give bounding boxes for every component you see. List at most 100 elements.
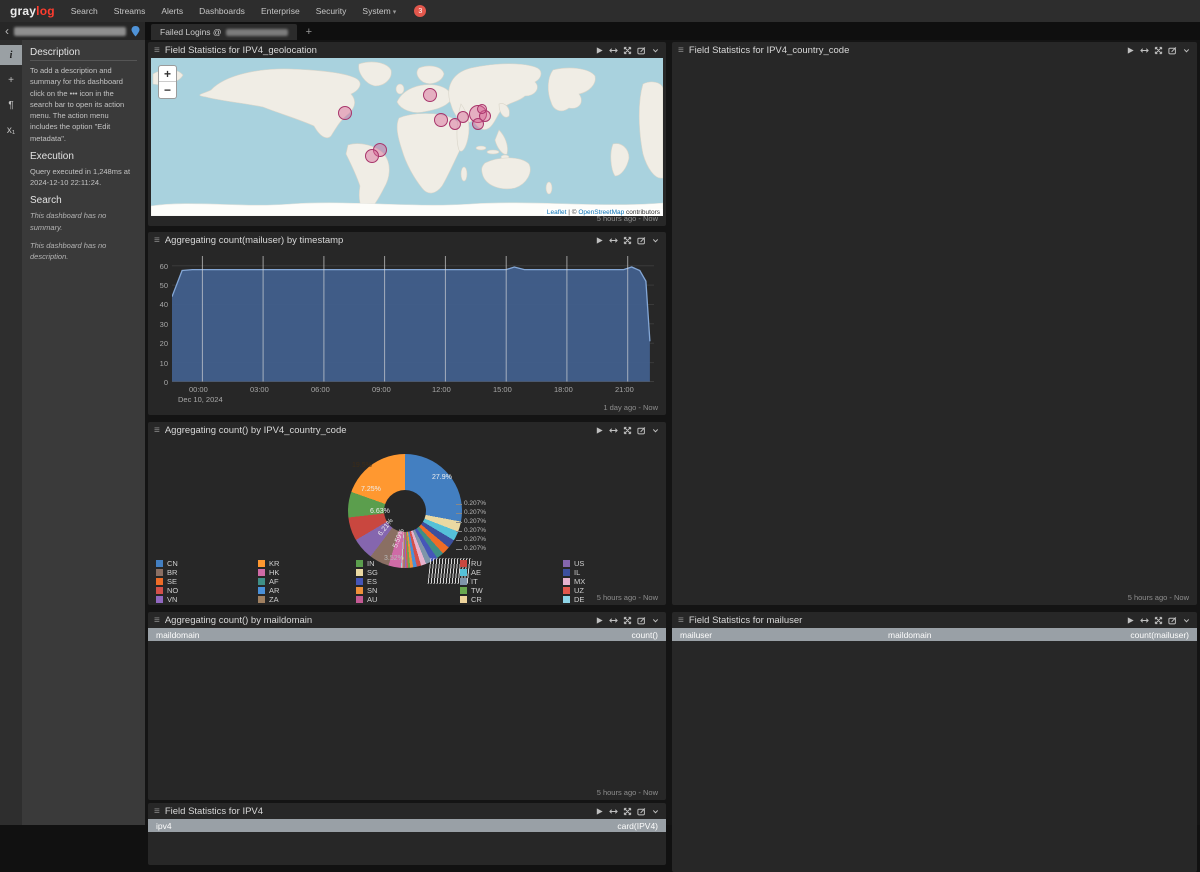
move-horizontal-icon[interactable] — [1140, 46, 1149, 55]
column-maildomain[interactable]: maildomain — [156, 630, 632, 640]
play-icon[interactable] — [595, 616, 604, 625]
play-icon[interactable] — [595, 807, 604, 816]
map-marker[interactable] — [423, 88, 438, 103]
map-marker[interactable] — [337, 105, 352, 120]
legend-item[interactable]: ES — [356, 577, 377, 586]
legend-item[interactable]: CR — [460, 595, 482, 604]
column-mailuser[interactable]: mailuser — [680, 630, 888, 640]
leaflet-link[interactable]: Leaflet — [547, 209, 567, 216]
legend-item[interactable]: AR — [258, 586, 279, 595]
legend-item[interactable]: IN — [356, 559, 375, 568]
move-horizontal-icon[interactable] — [609, 807, 618, 816]
legend-item[interactable]: AE — [460, 568, 481, 577]
drag-handle-icon[interactable]: ≡ — [678, 45, 684, 56]
drag-handle-icon[interactable]: ≡ — [154, 425, 160, 436]
drag-handle-icon[interactable]: ≡ — [154, 45, 160, 56]
legend-item[interactable]: RU — [460, 559, 482, 568]
legend-item[interactable]: KR — [258, 559, 279, 568]
move-horizontal-icon[interactable] — [1140, 616, 1149, 625]
play-icon[interactable] — [1126, 616, 1135, 625]
chevron-down-icon[interactable] — [1182, 616, 1191, 625]
legend-item[interactable]: AU — [356, 595, 377, 604]
tab-failed-logins[interactable]: Failed Logins @ — [151, 24, 297, 40]
legend-item[interactable]: AF — [258, 577, 279, 586]
nav-dashboards[interactable]: Dashboards — [199, 6, 245, 16]
expand-icon[interactable] — [1154, 616, 1163, 625]
drag-handle-icon[interactable]: ≡ — [154, 615, 160, 626]
legend-item[interactable]: NO — [156, 586, 178, 595]
legend-item[interactable]: VN — [156, 595, 177, 604]
map-marker[interactable] — [457, 111, 470, 124]
edit-icon[interactable] — [637, 236, 646, 245]
column-ipv4[interactable]: ipv4 — [156, 821, 617, 831]
zoom-out-button[interactable]: − — [159, 82, 176, 98]
column-count[interactable]: count() — [632, 630, 658, 640]
legend-item[interactable]: DE — [563, 595, 584, 604]
legend-item[interactable]: ZA — [258, 595, 279, 604]
legend-item[interactable]: US — [563, 559, 584, 568]
edit-icon[interactable] — [637, 426, 646, 435]
edit-icon[interactable] — [637, 807, 646, 816]
drag-handle-icon[interactable]: ≡ — [154, 806, 160, 817]
column-maildomain[interactable]: maildomain — [888, 630, 1130, 640]
world-map[interactable]: + − Leaflet | © OpenStreetMap contributo… — [151, 58, 663, 216]
map-marker[interactable] — [365, 148, 380, 163]
expand-icon[interactable] — [623, 46, 632, 55]
nav-enterprise[interactable]: Enterprise — [261, 6, 300, 16]
legend-item[interactable]: MX — [563, 577, 585, 586]
chevron-down-icon[interactable] — [651, 616, 660, 625]
expand-icon[interactable] — [623, 426, 632, 435]
osm-link[interactable]: OpenStreetMap — [578, 209, 624, 216]
chevron-down-icon[interactable] — [651, 426, 660, 435]
add-tab-button[interactable]: + — [297, 24, 321, 40]
column-card-ipv4[interactable]: card(IPV4) — [617, 821, 658, 831]
expand-icon[interactable] — [1154, 46, 1163, 55]
chevron-down-icon[interactable] — [651, 236, 660, 245]
play-icon[interactable] — [595, 46, 604, 55]
legend-item[interactable]: SE — [156, 577, 177, 586]
map-marker[interactable] — [471, 117, 484, 130]
legend-item[interactable]: TW — [460, 586, 483, 595]
map-marker[interactable] — [476, 104, 487, 115]
edit-icon[interactable] — [637, 46, 646, 55]
legend-item[interactable]: HK — [258, 568, 279, 577]
legend-item[interactable]: UZ — [563, 586, 584, 595]
expand-icon[interactable] — [623, 236, 632, 245]
legend-item[interactable]: IL — [563, 568, 580, 577]
chevron-down-icon[interactable] — [651, 46, 660, 55]
nav-search[interactable]: Search — [71, 6, 98, 16]
chevron-down-icon[interactable] — [651, 807, 660, 816]
play-icon[interactable] — [595, 236, 604, 245]
chevron-down-icon[interactable] — [1182, 46, 1191, 55]
pin-icon[interactable] — [131, 25, 140, 37]
info-icon[interactable]: i — [0, 45, 22, 65]
edit-icon[interactable] — [637, 616, 646, 625]
expand-icon[interactable] — [623, 616, 632, 625]
expand-icon[interactable] — [623, 807, 632, 816]
legend-item[interactable]: SN — [356, 586, 377, 595]
drag-handle-icon[interactable]: ≡ — [154, 235, 160, 246]
move-horizontal-icon[interactable] — [609, 616, 618, 625]
collapse-sidebar-icon[interactable]: ‹ — [5, 25, 9, 37]
drag-handle-icon[interactable]: ≡ — [678, 615, 684, 626]
nav-streams[interactable]: Streams — [114, 6, 146, 16]
fields-icon[interactable]: x₁ — [0, 120, 22, 140]
move-horizontal-icon[interactable] — [609, 236, 618, 245]
add-icon[interactable]: + — [0, 70, 22, 90]
zoom-in-button[interactable]: + — [159, 66, 176, 82]
legend-item[interactable]: CN — [156, 559, 178, 568]
move-horizontal-icon[interactable] — [609, 46, 618, 55]
nav-alerts[interactable]: Alerts — [161, 6, 183, 16]
nav-system-menu[interactable]: System ▾ — [362, 6, 396, 16]
pilcrow-icon[interactable]: ¶ — [0, 95, 22, 115]
edit-icon[interactable] — [1168, 46, 1177, 55]
edit-icon[interactable] — [1168, 616, 1177, 625]
legend-item[interactable]: SG — [356, 568, 378, 577]
nav-security[interactable]: Security — [316, 6, 347, 16]
graylog-logo[interactable]: graylog — [10, 4, 55, 18]
notification-badge[interactable]: 3 — [414, 5, 427, 17]
legend-item[interactable]: IT — [460, 577, 478, 586]
legend-item[interactable]: BR — [156, 568, 177, 577]
play-icon[interactable] — [1126, 46, 1135, 55]
map-marker[interactable] — [433, 113, 448, 128]
